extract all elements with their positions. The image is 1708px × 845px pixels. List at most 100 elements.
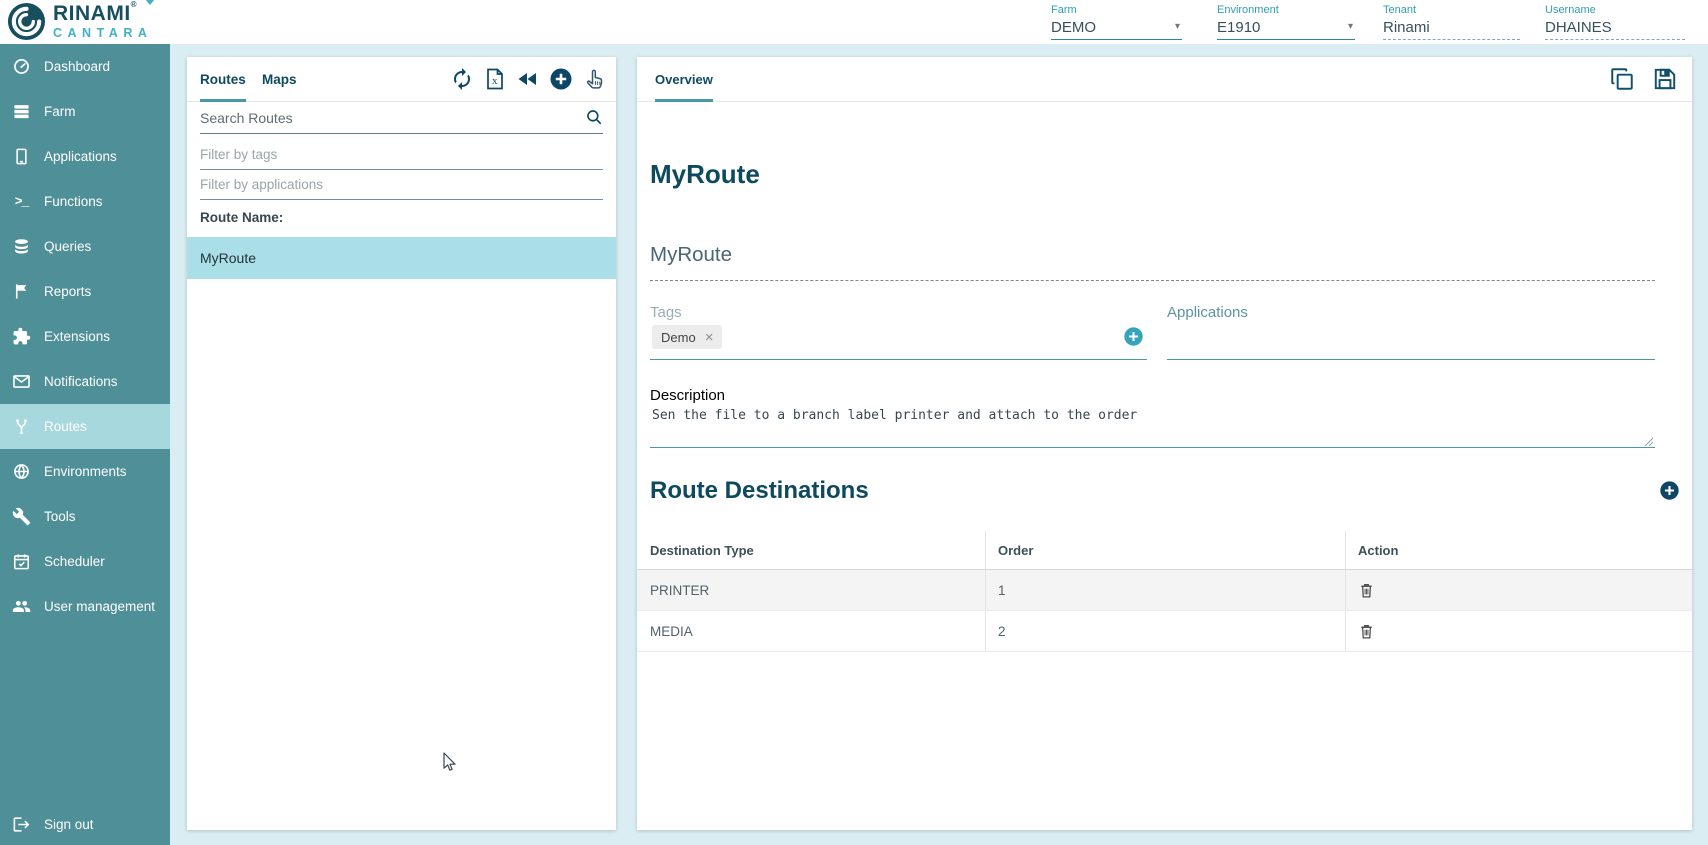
- tab-routes[interactable]: Routes: [200, 57, 246, 101]
- page-title: MyRoute: [650, 159, 760, 190]
- applications-label: Applications: [1167, 304, 1248, 321]
- destinations-title: Route Destinations: [650, 477, 869, 505]
- sidebar-item-label: Reports: [44, 284, 91, 299]
- chevron-down-icon: ▾: [1175, 21, 1180, 32]
- svg-text:x: x: [492, 75, 498, 87]
- username-field[interactable]: Username DHAINES: [1545, 4, 1685, 40]
- sidebar-item-label: Extensions: [44, 329, 110, 344]
- sidebar-item-label: Environments: [44, 464, 127, 479]
- applications-field[interactable]: Applications: [1167, 296, 1655, 360]
- tab-maps[interactable]: Maps: [262, 57, 297, 101]
- search-input[interactable]: [200, 105, 603, 134]
- column-header-action: Action: [1345, 531, 1692, 569]
- column-header-destination-type: Destination Type: [637, 531, 985, 569]
- filter-applications-input[interactable]: [200, 173, 603, 200]
- sidebar-item-farm[interactable]: Farm: [0, 89, 170, 134]
- add-destination-button[interactable]: [1659, 480, 1680, 501]
- routes-toolbar: x: [450, 67, 606, 91]
- sidebar-item-label: Scheduler: [44, 554, 105, 569]
- trash-icon[interactable]: [1358, 622, 1375, 641]
- detail-body: MyRoute Tags Demo × Applications Descrip…: [637, 101, 1692, 830]
- sidebar-item-tools[interactable]: Tools: [0, 494, 170, 539]
- resize-grip-icon[interactable]: [1644, 434, 1654, 444]
- sidebar-item-dashboard[interactable]: Dashboard: [0, 44, 170, 89]
- brand-text: RINAMI® CANTARA: [53, 3, 152, 40]
- search-field: [200, 105, 603, 135]
- cell-order: 2: [985, 611, 1345, 651]
- table-row[interactable]: PRINTER 1: [637, 570, 1692, 611]
- farm-value: DEMO: [1051, 19, 1096, 36]
- sidebar-item-label: Notifications: [44, 374, 118, 389]
- rewind-icon[interactable]: [516, 67, 540, 91]
- route-list-item-selected[interactable]: MyRoute: [187, 237, 616, 279]
- brand-logo[interactable]: RINAMI® CANTARA: [7, 2, 152, 41]
- route-list-header: Route Name:: [200, 210, 283, 225]
- sidebar-item-extensions[interactable]: Extensions: [0, 314, 170, 359]
- tenant-label: Tenant: [1383, 4, 1520, 16]
- environments-icon: [12, 462, 31, 481]
- sidebar-item-label: Functions: [44, 194, 103, 209]
- filter-tags-input[interactable]: [200, 143, 603, 170]
- extensions-icon: [12, 327, 31, 346]
- sidebar-item-applications[interactable]: Applications: [0, 134, 170, 179]
- description-label: Description: [650, 387, 725, 404]
- sidebar-item-environments[interactable]: Environments: [0, 449, 170, 494]
- add-tag-button[interactable]: [1123, 326, 1144, 347]
- sidebar-item-scheduler[interactable]: Scheduler: [0, 539, 170, 584]
- tenant-field[interactable]: Tenant Rinami: [1383, 4, 1520, 40]
- remove-tag-icon[interactable]: ×: [705, 330, 714, 345]
- sidebar-item-functions[interactable]: >_ Functions: [0, 179, 170, 224]
- save-icon[interactable]: [1652, 66, 1678, 92]
- sidebar-item-reports[interactable]: Reports: [0, 269, 170, 314]
- sidebar-item-routes[interactable]: Routes: [0, 404, 170, 449]
- registered-mark: ®: [131, 0, 137, 9]
- sidebar-item-label: User management: [44, 599, 155, 614]
- destinations-table: Destination Type Order Action PRINTER 1 …: [637, 531, 1692, 652]
- brand-mark-icon: [7, 2, 46, 41]
- routes-panel-tabbar: Routes Maps x: [187, 57, 616, 102]
- cell-destination-type: PRINTER: [637, 570, 985, 610]
- tags-field[interactable]: Tags Demo ×: [650, 296, 1147, 360]
- hand-icon[interactable]: [582, 67, 606, 91]
- route-name-input[interactable]: [650, 243, 1655, 281]
- brand-name: RINAMI: [53, 2, 131, 25]
- notifications-icon: [12, 372, 31, 391]
- environment-label: Environment: [1217, 4, 1355, 16]
- sign-out-label: Sign out: [44, 817, 94, 832]
- tab-overview[interactable]: Overview: [655, 57, 713, 101]
- trash-icon[interactable]: [1358, 581, 1375, 600]
- username-value: DHAINES: [1545, 19, 1612, 36]
- sidebar-item-user-management[interactable]: User management: [0, 584, 170, 629]
- cell-destination-type: MEDIA: [637, 611, 985, 651]
- brand-caret-icon: [145, 0, 155, 5]
- farm-select[interactable]: Farm DEMO ▾: [1051, 4, 1182, 40]
- environment-value: E1910: [1217, 19, 1260, 36]
- brand-subname: CANTARA: [53, 27, 152, 40]
- topbar: RINAMI® CANTARA Farm DEMO ▾ Environment …: [0, 0, 1708, 44]
- search-icon[interactable]: [585, 108, 603, 126]
- tenant-value: Rinami: [1383, 19, 1430, 36]
- refresh-icon[interactable]: [450, 67, 474, 91]
- add-icon[interactable]: [549, 67, 573, 91]
- detail-actions: [1609, 66, 1678, 92]
- tags-label: Tags: [650, 304, 682, 321]
- sign-out-button[interactable]: Sign out: [0, 805, 170, 843]
- excel-export-icon[interactable]: x: [483, 67, 507, 91]
- farm-label: Farm: [1051, 4, 1182, 16]
- route-name-field: [650, 229, 1655, 281]
- sidebar-item-label: Farm: [44, 104, 76, 119]
- filter-tags-field: [200, 143, 603, 169]
- sidebar-item-queries[interactable]: Queries: [0, 224, 170, 269]
- environment-select[interactable]: Environment E1910 ▾: [1217, 4, 1355, 40]
- applications-icon: [12, 147, 31, 166]
- sidebar-item-notifications[interactable]: Notifications: [0, 359, 170, 404]
- table-row[interactable]: MEDIA 2: [637, 611, 1692, 652]
- copy-icon[interactable]: [1609, 66, 1635, 92]
- routes-list-panel: Routes Maps x: [187, 57, 616, 830]
- description-textarea[interactable]: Sen the file to a branch label printer a…: [652, 408, 1647, 440]
- farm-icon: [12, 102, 31, 121]
- user-management-icon: [12, 597, 31, 616]
- table-header-row: Destination Type Order Action: [637, 531, 1692, 570]
- dashboard-icon: [12, 57, 31, 76]
- tools-icon: [12, 507, 31, 526]
